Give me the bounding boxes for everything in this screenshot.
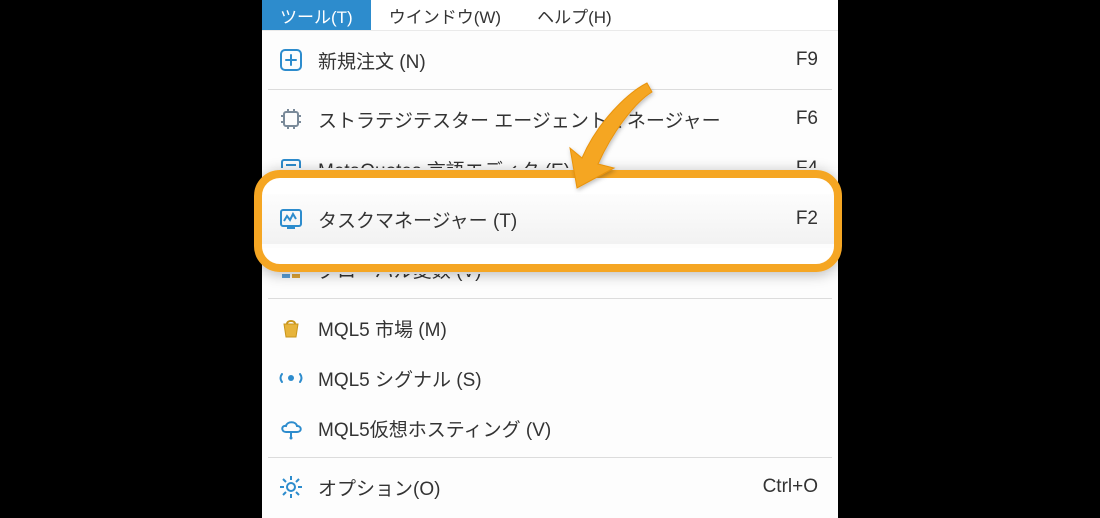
cloud-icon: [276, 413, 306, 443]
menu-item-label: オプション(O): [318, 474, 763, 501]
globals-icon: [276, 254, 306, 284]
menu-item-options[interactable]: オプション(O) Ctrl+O: [262, 462, 838, 512]
menubar-tools-label: ツール(T): [280, 3, 353, 28]
menu-item-label: 新規注文 (N): [318, 47, 796, 74]
task-manager-icon: [276, 204, 306, 234]
menu-item-label: MQL5 シグナル (S): [318, 365, 818, 392]
menubar-window-label: ウインドウ(W): [389, 3, 501, 28]
app-panel: ツール(T) ウインドウ(W) ヘルプ(H) 新規注文 (N) F9: [262, 0, 838, 518]
menubar: ツール(T) ウインドウ(W) ヘルプ(H): [262, 0, 838, 31]
menu-separator: [268, 298, 832, 299]
menu-item-task-manager[interactable]: タスクマネージャー (T) F2: [262, 194, 838, 244]
editor-icon: [276, 154, 306, 184]
menu-item-label: タスクマネージャー (T): [318, 206, 796, 233]
menu-item-global-vars[interactable]: グローバル変数 (V) F3: [262, 244, 838, 294]
tools-dropdown: 新規注文 (N) F9 ストラテジテスター エージェントマネージャー F6: [262, 31, 838, 512]
menu-item-mql5-signals[interactable]: MQL5 シグナル (S): [262, 353, 838, 403]
menu-item-shortcut: F3: [796, 258, 818, 280]
menu-item-shortcut: F6: [796, 108, 818, 130]
menubar-help[interactable]: ヘルプ(H): [519, 0, 630, 30]
bag-icon: [276, 313, 306, 343]
menubar-tools[interactable]: ツール(T): [262, 0, 371, 30]
menu-item-mql5-hosting[interactable]: MQL5仮想ホスティング (V): [262, 403, 838, 453]
menu-item-shortcut: Ctrl+O: [763, 476, 818, 498]
menu-item-label: MQL5 市場 (M): [318, 315, 818, 342]
menu-separator: [268, 89, 832, 90]
menubar-window[interactable]: ウインドウ(W): [371, 0, 519, 30]
menu-item-shortcut: F4: [796, 158, 818, 180]
menu-item-strategy-tester[interactable]: ストラテジテスター エージェントマネージャー F6: [262, 94, 838, 144]
menu-item-new-order[interactable]: 新規注文 (N) F9: [262, 35, 838, 85]
new-order-icon: [276, 45, 306, 75]
menu-item-mql5-market[interactable]: MQL5 市場 (M): [262, 303, 838, 353]
menu-item-meta-editor[interactable]: MetaQuotes 言語エディタ (E) F4: [262, 144, 838, 194]
gear-icon: [276, 472, 306, 502]
signal-icon: [276, 363, 306, 393]
menu-item-label: ストラテジテスター エージェントマネージャー: [318, 106, 796, 133]
menu-item-shortcut: F2: [796, 208, 818, 230]
cpu-icon: [276, 104, 306, 134]
menu-item-label: MQL5仮想ホスティング (V): [318, 415, 818, 442]
menu-item-label: グローバル変数 (V): [318, 256, 796, 283]
menu-separator: [268, 457, 832, 458]
menu-item-shortcut: F9: [796, 49, 818, 71]
menubar-help-label: ヘルプ(H): [537, 3, 612, 28]
menu-item-label: MetaQuotes 言語エディタ (E): [318, 156, 796, 183]
